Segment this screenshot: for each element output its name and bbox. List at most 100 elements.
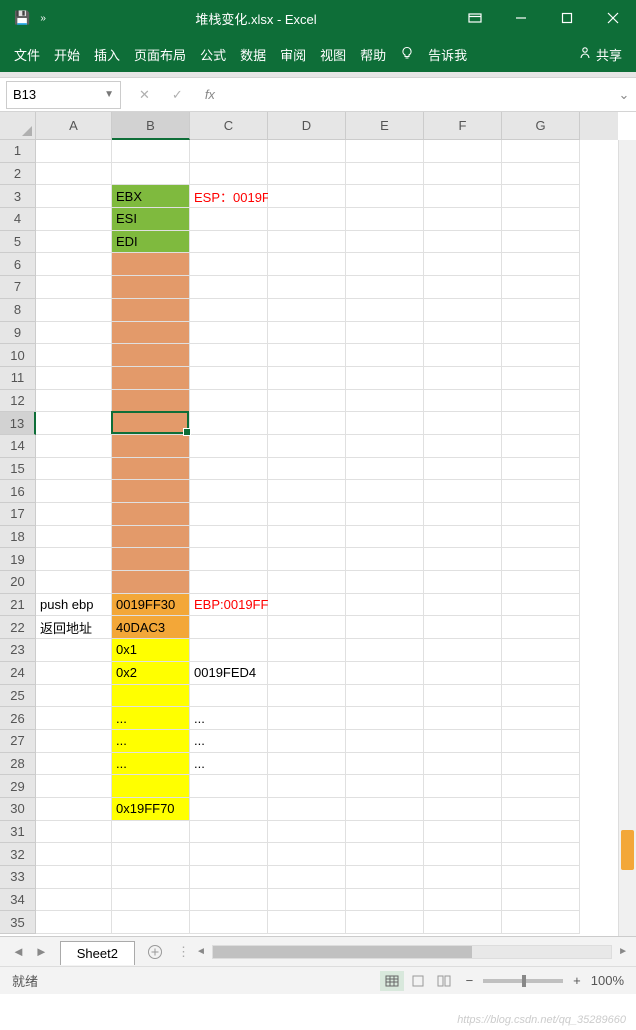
- cell-A21[interactable]: push ebp: [36, 594, 112, 617]
- cell-A30[interactable]: [36, 798, 112, 821]
- cell-D30[interactable]: [268, 798, 346, 821]
- cell-A5[interactable]: [36, 231, 112, 254]
- cell-C33[interactable]: [190, 866, 268, 889]
- cell-F24[interactable]: [424, 662, 502, 685]
- row-header-35[interactable]: 35: [0, 911, 36, 934]
- cell-D7[interactable]: [268, 276, 346, 299]
- cell-F9[interactable]: [424, 322, 502, 345]
- row-header-19[interactable]: 19: [0, 548, 36, 571]
- cell-E7[interactable]: [346, 276, 424, 299]
- row-header-2[interactable]: 2: [0, 163, 36, 186]
- cell-C9[interactable]: [190, 322, 268, 345]
- cell-A6[interactable]: [36, 253, 112, 276]
- cell-E18[interactable]: [346, 526, 424, 549]
- cell-C25[interactable]: [190, 685, 268, 708]
- cell-C22[interactable]: [190, 616, 268, 639]
- tab-pagelayout[interactable]: 页面布局: [134, 45, 186, 64]
- cell-F13[interactable]: [424, 412, 502, 435]
- cell-F8[interactable]: [424, 299, 502, 322]
- cell-D33[interactable]: [268, 866, 346, 889]
- cell-B31[interactable]: [112, 821, 190, 844]
- name-box-input[interactable]: [13, 87, 93, 102]
- cell-A12[interactable]: [36, 390, 112, 413]
- cell-D35[interactable]: [268, 911, 346, 934]
- cell-G27[interactable]: [502, 730, 580, 753]
- row-header-32[interactable]: 32: [0, 843, 36, 866]
- cell-B12[interactable]: [112, 390, 190, 413]
- cell-E3[interactable]: [346, 185, 424, 208]
- cell-F10[interactable]: [424, 344, 502, 367]
- cell-F5[interactable]: [424, 231, 502, 254]
- col-header-C[interactable]: C: [190, 112, 268, 140]
- cell-C5[interactable]: [190, 231, 268, 254]
- cell-C14[interactable]: [190, 435, 268, 458]
- tab-data[interactable]: 数据: [240, 45, 266, 64]
- cell-G24[interactable]: [502, 662, 580, 685]
- cell-B32[interactable]: [112, 843, 190, 866]
- cell-C12[interactable]: [190, 390, 268, 413]
- cell-D15[interactable]: [268, 458, 346, 481]
- cell-G10[interactable]: [502, 344, 580, 367]
- cell-D21[interactable]: [268, 594, 346, 617]
- cell-F1[interactable]: [424, 140, 502, 163]
- cell-B14[interactable]: [112, 435, 190, 458]
- cell-B22[interactable]: 40DAC3: [112, 616, 190, 639]
- cell-F17[interactable]: [424, 503, 502, 526]
- cell-D26[interactable]: [268, 707, 346, 730]
- cell-B33[interactable]: [112, 866, 190, 889]
- cell-G13[interactable]: [502, 412, 580, 435]
- row-header-28[interactable]: 28: [0, 753, 36, 776]
- cell-B19[interactable]: [112, 548, 190, 571]
- cell-E2[interactable]: [346, 163, 424, 186]
- cell-B9[interactable]: [112, 322, 190, 345]
- cell-F28[interactable]: [424, 753, 502, 776]
- cell-D5[interactable]: [268, 231, 346, 254]
- cell-G22[interactable]: [502, 616, 580, 639]
- fx-icon[interactable]: fx: [205, 87, 215, 102]
- cell-C13[interactable]: [190, 412, 268, 435]
- qat-more-icon[interactable]: »: [40, 13, 46, 24]
- cell-B13[interactable]: [112, 412, 190, 435]
- cell-C10[interactable]: [190, 344, 268, 367]
- row-header-24[interactable]: 24: [0, 662, 36, 685]
- vertical-scrollbar-thumb[interactable]: [621, 830, 634, 870]
- cell-B1[interactable]: [112, 140, 190, 163]
- cell-F33[interactable]: [424, 866, 502, 889]
- cell-B16[interactable]: [112, 480, 190, 503]
- row-header-11[interactable]: 11: [0, 367, 36, 390]
- cell-C23[interactable]: [190, 639, 268, 662]
- cell-C26[interactable]: ...: [190, 707, 268, 730]
- zoom-slider[interactable]: [483, 979, 563, 983]
- cell-F2[interactable]: [424, 163, 502, 186]
- row-header-9[interactable]: 9: [0, 322, 36, 345]
- cell-D8[interactable]: [268, 299, 346, 322]
- cell-C21[interactable]: EBP:0019FFC8: [190, 594, 268, 617]
- cell-C16[interactable]: [190, 480, 268, 503]
- cell-E10[interactable]: [346, 344, 424, 367]
- cell-A35[interactable]: [36, 911, 112, 934]
- cell-D2[interactable]: [268, 163, 346, 186]
- cell-E30[interactable]: [346, 798, 424, 821]
- cell-D22[interactable]: [268, 616, 346, 639]
- cell-B29[interactable]: [112, 775, 190, 798]
- cell-D16[interactable]: [268, 480, 346, 503]
- cell-F35[interactable]: [424, 911, 502, 934]
- cell-A1[interactable]: [36, 140, 112, 163]
- cell-E11[interactable]: [346, 367, 424, 390]
- cell-E31[interactable]: [346, 821, 424, 844]
- cell-G23[interactable]: [502, 639, 580, 662]
- cell-D34[interactable]: [268, 889, 346, 912]
- tab-view[interactable]: 视图: [320, 45, 346, 64]
- cell-F26[interactable]: [424, 707, 502, 730]
- minimize-button[interactable]: [498, 0, 544, 36]
- cells-container[interactable]: EBXESP：0019FE7CESIEDIpush ebp0019FF30EBP…: [36, 140, 618, 936]
- cell-D27[interactable]: [268, 730, 346, 753]
- cell-G31[interactable]: [502, 821, 580, 844]
- cell-F12[interactable]: [424, 390, 502, 413]
- cell-D24[interactable]: [268, 662, 346, 685]
- cell-A32[interactable]: [36, 843, 112, 866]
- cell-G15[interactable]: [502, 458, 580, 481]
- cell-G11[interactable]: [502, 367, 580, 390]
- cell-C17[interactable]: [190, 503, 268, 526]
- row-header-22[interactable]: 22: [0, 616, 36, 639]
